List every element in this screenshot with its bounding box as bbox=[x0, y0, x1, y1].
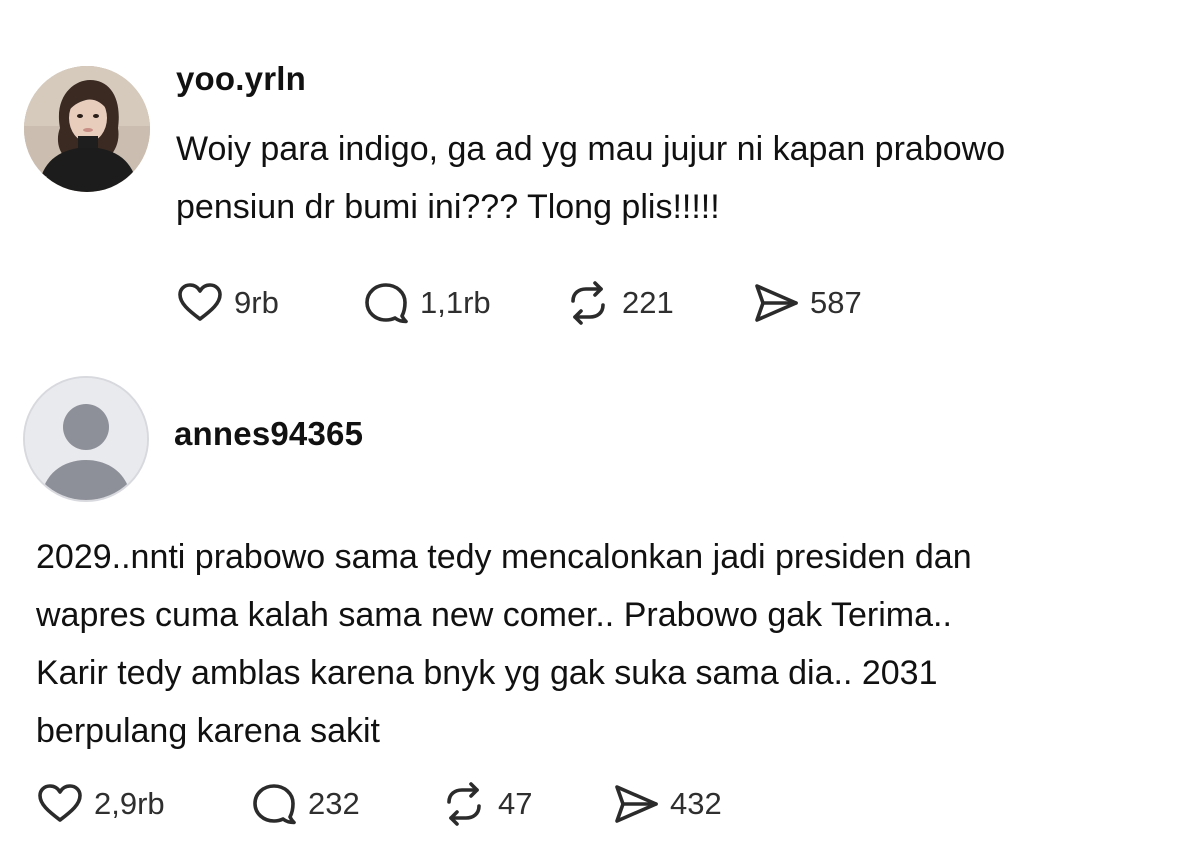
speech-bubble-icon bbox=[365, 283, 408, 324]
avatar[interactable] bbox=[23, 376, 149, 502]
repost-arrows-icon bbox=[571, 281, 605, 325]
share-count: 432 bbox=[670, 786, 722, 821]
share-button[interactable]: 432 bbox=[612, 779, 722, 829]
post-card: annes94365 2029..nnti prabowo sama tedy … bbox=[0, 368, 1200, 864]
post-text-line: 2029..nnti prabowo sama tedy mencalonkan… bbox=[36, 538, 972, 576]
profile-photo bbox=[24, 66, 150, 192]
repost-button[interactable]: 221 bbox=[564, 278, 674, 328]
paper-plane-icon bbox=[615, 785, 658, 823]
post-text-line: pensiun dr bumi ini??? Tlong plis!!!!! bbox=[176, 188, 720, 226]
like-button[interactable]: 2,9rb bbox=[36, 779, 165, 829]
avatar[interactable] bbox=[24, 66, 150, 192]
post-text-line: Woiy para indigo, ga ad yg mau jujur ni … bbox=[176, 130, 1006, 168]
repost-count: 47 bbox=[498, 786, 533, 821]
heart-icon bbox=[178, 283, 222, 321]
paper-plane-icon bbox=[755, 284, 798, 322]
username[interactable]: yoo.yrln bbox=[176, 60, 306, 98]
reply-button[interactable]: 232 bbox=[250, 779, 360, 829]
share-count: 587 bbox=[810, 285, 862, 320]
like-button[interactable]: 9rb bbox=[176, 278, 279, 328]
default-user-silhouette bbox=[25, 378, 147, 500]
post-text: 2029..nnti prabowo sama tedy mencalonkan… bbox=[36, 528, 1176, 760]
reply-button[interactable]: 1,1rb bbox=[362, 278, 491, 328]
repost-arrows-icon bbox=[447, 782, 481, 826]
like-count: 9rb bbox=[234, 285, 279, 320]
post-text-line: Karir tedy amblas karena bnyk yg gak suk… bbox=[36, 654, 938, 692]
post-text: Woiy para indigo, ga ad yg mau jujur ni … bbox=[176, 120, 1166, 236]
speech-bubble-icon bbox=[253, 784, 296, 825]
post-text-line: wapres cuma kalah sama new comer.. Prabo… bbox=[36, 596, 952, 634]
repost-count: 221 bbox=[622, 285, 674, 320]
post-text-line: berpulang karena sakit bbox=[36, 712, 381, 750]
reply-count: 232 bbox=[308, 786, 360, 821]
like-count: 2,9rb bbox=[94, 786, 165, 821]
post-card: yoo.yrln Woiy para indigo, ga ad yg mau … bbox=[0, 0, 1200, 360]
username[interactable]: annes94365 bbox=[174, 415, 363, 453]
reply-count: 1,1rb bbox=[420, 285, 491, 320]
share-button[interactable]: 587 bbox=[752, 278, 862, 328]
heart-icon bbox=[38, 784, 82, 822]
repost-button[interactable]: 47 bbox=[440, 779, 532, 829]
